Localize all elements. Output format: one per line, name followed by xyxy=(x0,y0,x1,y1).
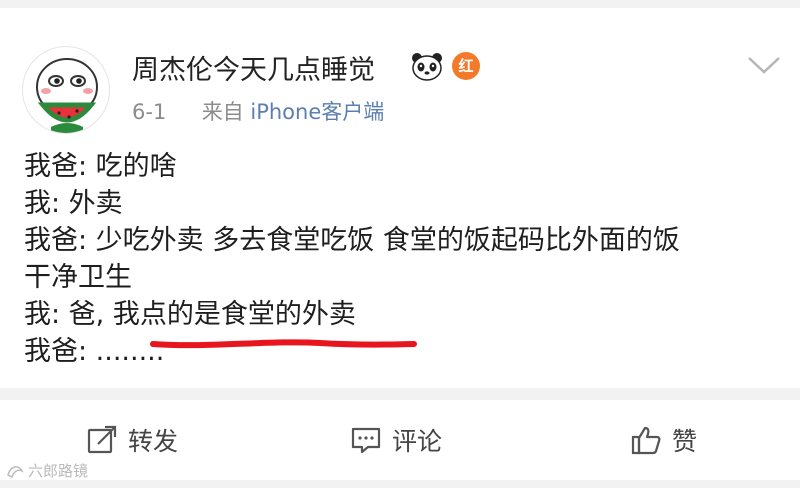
comment-label: 评论 xyxy=(392,427,443,456)
like-button[interactable]: 赞 xyxy=(630,422,697,458)
post-line: 我: 爸, 我点的是食堂的外卖 xyxy=(24,299,356,330)
post-line: 我爸: 少吃外卖 多去食堂吃饭 食堂的饭起码比外面的饭 xyxy=(24,225,680,256)
post-line: 我: 外卖 xyxy=(24,188,123,219)
panda-icon xyxy=(412,53,442,81)
like-label: 赞 xyxy=(672,427,698,456)
post-line: 干净卫生 xyxy=(24,262,132,293)
source-prefix: 来自 xyxy=(201,100,244,124)
watermark-logo-icon xyxy=(7,465,24,478)
post-line: 我爸: 吃的啥 xyxy=(24,151,177,182)
weibo-post-card: 周杰伦今天几点睡觉 红 6-1 来自 iPhone客户端 我爸: 吃的啥 我: … xyxy=(0,8,800,388)
avatar-image xyxy=(36,58,98,133)
post-meta: 6-1 来自 iPhone客户端 xyxy=(132,96,384,126)
repost-label: 转发 xyxy=(128,427,179,456)
comment-icon xyxy=(351,427,381,454)
hong-badge-icon: 红 xyxy=(452,52,480,80)
repost-icon xyxy=(87,425,117,454)
repost-button[interactable]: 转发 xyxy=(86,422,178,458)
action-bar: 转发 评论 赞 xyxy=(0,400,800,480)
red-underline-annotation xyxy=(150,339,417,349)
watermark: 六郎路镜 xyxy=(6,460,88,481)
chevron-down-icon[interactable] xyxy=(746,52,782,78)
comment-button[interactable]: 评论 xyxy=(350,422,442,458)
avatar[interactable] xyxy=(22,46,110,134)
post-date: 6-1 xyxy=(132,100,167,124)
thumbs-up-icon xyxy=(631,426,661,455)
source-link[interactable]: iPhone客户端 xyxy=(250,100,384,124)
watermark-text: 六郎路镜 xyxy=(28,462,89,480)
username[interactable]: 周杰伦今天几点睡觉 xyxy=(132,48,375,87)
